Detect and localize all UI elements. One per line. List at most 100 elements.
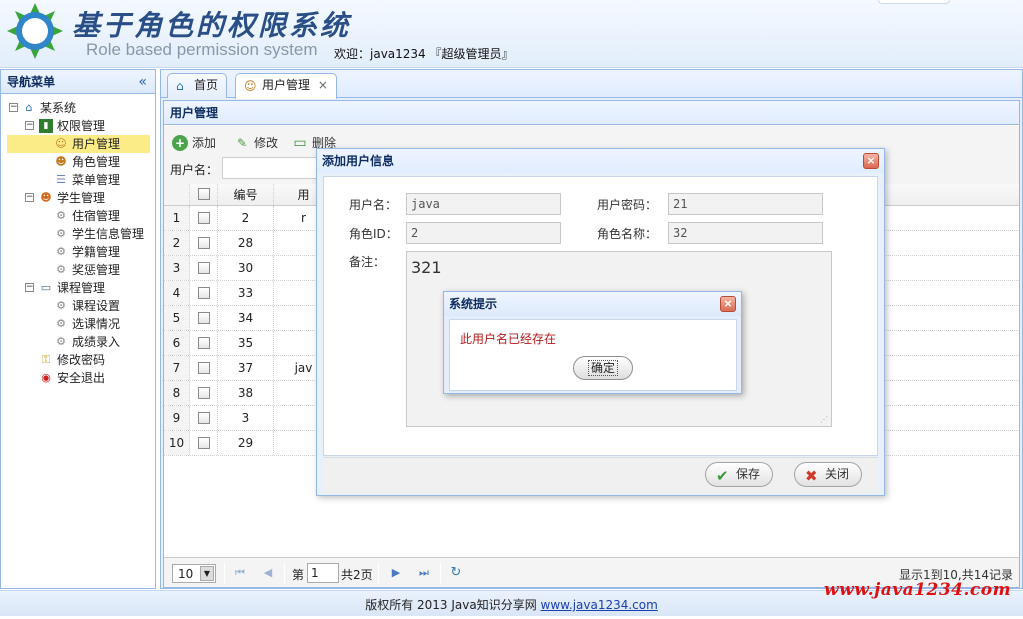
- page-size-select[interactable]: 10 ▼: [172, 564, 216, 583]
- add-button[interactable]: + 添加: [172, 134, 216, 152]
- tab-bar: ⌂ 首页 ☺ 用户管理 ×: [161, 70, 1022, 99]
- row-checkbox[interactable]: [190, 231, 218, 255]
- check-icon: ✔: [716, 467, 729, 485]
- tree-node-permission[interactable]: − ▮ 权限管理: [1, 117, 155, 135]
- tab-home[interactable]: ⌂ 首页: [167, 73, 228, 98]
- username-label: 用户名：: [349, 198, 398, 212]
- cell-id: 28: [218, 231, 274, 255]
- message-close-icon[interactable]: ×: [720, 296, 736, 312]
- row-checkbox[interactable]: [190, 256, 218, 280]
- add-icon: +: [172, 135, 188, 151]
- gear-icon: ⚙: [56, 317, 66, 330]
- home-icon: ⌂: [25, 101, 33, 114]
- page-total: 共2页: [341, 568, 373, 582]
- users-icon: ☻: [55, 155, 67, 168]
- tree-node-dorm[interactable]: ⚙ 住宿管理: [1, 207, 155, 225]
- close-button[interactable]: ✖ 关闭: [794, 462, 863, 487]
- row-number: 4: [164, 281, 190, 305]
- prev-page-icon[interactable]: ◀: [260, 565, 276, 581]
- tree-node-student-info[interactable]: ⚙ 学生信息管理: [1, 225, 155, 243]
- cell-id: 34: [218, 306, 274, 330]
- tree-node-user-manage[interactable]: ☺ 用户管理: [7, 135, 150, 153]
- tree-node-course[interactable]: − ▭ 课程管理: [1, 279, 155, 297]
- cell-id: 38: [218, 381, 274, 405]
- message-title: 系统提示: [444, 292, 741, 316]
- collapse-toggle-icon[interactable]: −: [25, 121, 34, 130]
- tree-node-change-password[interactable]: ⚿ 修改密码: [1, 351, 155, 369]
- tree-node-grade-entry[interactable]: ⚙ 成绩录入: [1, 333, 155, 351]
- row-checkbox[interactable]: [190, 381, 218, 405]
- role-id-label: 角色ID：: [349, 227, 398, 241]
- row-number: 10: [164, 431, 190, 455]
- tree-node-enrollment[interactable]: ⚙ 学籍管理: [1, 243, 155, 261]
- tree-node-logout[interactable]: ◉ 安全退出: [1, 369, 155, 387]
- tree-node-student[interactable]: − ☻ 学生管理: [1, 189, 155, 207]
- tree-node-course-selection[interactable]: ⚙ 选课情况: [1, 315, 155, 333]
- select-all-checkbox[interactable]: [190, 184, 218, 205]
- welcome-text: 欢迎：java1234 『超级管理员』: [334, 47, 514, 61]
- monitor-icon: ▭: [40, 281, 52, 294]
- gear-icon: ⚙: [56, 209, 66, 222]
- row-number: 5: [164, 306, 190, 330]
- edit-button[interactable]: ✎ 修改: [234, 134, 278, 152]
- row-checkbox[interactable]: [190, 306, 218, 330]
- collapse-toggle-icon[interactable]: −: [25, 193, 34, 202]
- first-page-icon[interactable]: ⏮: [232, 565, 248, 581]
- home-icon: ⌂: [176, 79, 184, 93]
- search-input[interactable]: [222, 157, 318, 179]
- refresh-icon[interactable]: ↻: [448, 565, 464, 581]
- cancel-icon: ✖: [805, 467, 818, 485]
- row-checkbox[interactable]: [190, 206, 218, 230]
- row-checkbox[interactable]: [190, 431, 218, 455]
- row-checkbox[interactable]: [190, 356, 218, 380]
- page-number-input[interactable]: 1: [307, 563, 339, 583]
- pencil-icon: ✎: [236, 136, 248, 150]
- row-number: 9: [164, 406, 190, 430]
- key-icon: ⚿: [41, 353, 51, 366]
- row-number: 1: [164, 206, 190, 230]
- row-checkbox[interactable]: [190, 281, 218, 305]
- chevron-down-icon: ▼: [200, 566, 214, 581]
- resize-grip-icon[interactable]: ⋰: [820, 415, 828, 424]
- tree-node-rewards[interactable]: ⚙ 奖惩管理: [1, 261, 155, 279]
- divider: [224, 563, 225, 583]
- dialog-title: 添加用户信息: [317, 149, 884, 173]
- footer-text: 版权所有 2013 Java知识分享网: [365, 598, 541, 612]
- divider: [378, 563, 379, 583]
- collapse-toggle-icon[interactable]: −: [25, 283, 34, 292]
- tab-close-icon[interactable]: ×: [318, 78, 328, 92]
- tree-node-menu-manage[interactable]: ☰ 菜单管理: [1, 171, 155, 189]
- dialog-footer: ✔ 保存 ✖ 关闭: [323, 457, 878, 493]
- row-checkbox[interactable]: [190, 331, 218, 355]
- next-page-icon[interactable]: ▶: [388, 565, 404, 581]
- collapse-icon[interactable]: «: [138, 70, 147, 94]
- tree-node-role-manage[interactable]: ☻ 角色管理: [1, 153, 155, 171]
- tree-node-course-setup[interactable]: ⚙ 课程设置: [1, 297, 155, 315]
- nav-header: 导航菜单 «: [1, 70, 155, 94]
- role-name-field[interactable]: 32: [668, 222, 823, 244]
- tab-user-manage[interactable]: ☺ 用户管理 ×: [235, 73, 337, 99]
- collapse-toggle-icon[interactable]: −: [9, 103, 18, 112]
- app-title: 基于角色的权限系统: [72, 9, 352, 42]
- password-field[interactable]: 21: [668, 193, 823, 215]
- logo-icon: [7, 3, 63, 59]
- save-button[interactable]: ✔ 保存: [705, 462, 774, 487]
- row-checkbox[interactable]: [190, 406, 218, 430]
- row-number: 6: [164, 331, 190, 355]
- delete-icon: ▭: [293, 135, 307, 151]
- cell-id: 33: [218, 281, 274, 305]
- tree-node-root[interactable]: − ⌂ 某系统: [1, 99, 155, 117]
- column-header-id[interactable]: 编号: [218, 184, 274, 205]
- gear-icon: ⚙: [56, 227, 66, 240]
- divider: [284, 563, 285, 583]
- footer-link[interactable]: www.java1234.com: [541, 598, 658, 612]
- ok-button[interactable]: 确定: [573, 356, 633, 380]
- remark-label: 备注：: [349, 255, 386, 269]
- cell-id: 37: [218, 356, 274, 380]
- group-icon: ☻: [40, 191, 52, 204]
- role-id-field[interactable]: 2: [406, 222, 561, 244]
- username-field[interactable]: java: [406, 193, 561, 215]
- last-page-icon[interactable]: ⏭: [416, 565, 432, 581]
- gear-icon: ⚙: [56, 263, 66, 276]
- dialog-close-icon[interactable]: ×: [863, 153, 879, 169]
